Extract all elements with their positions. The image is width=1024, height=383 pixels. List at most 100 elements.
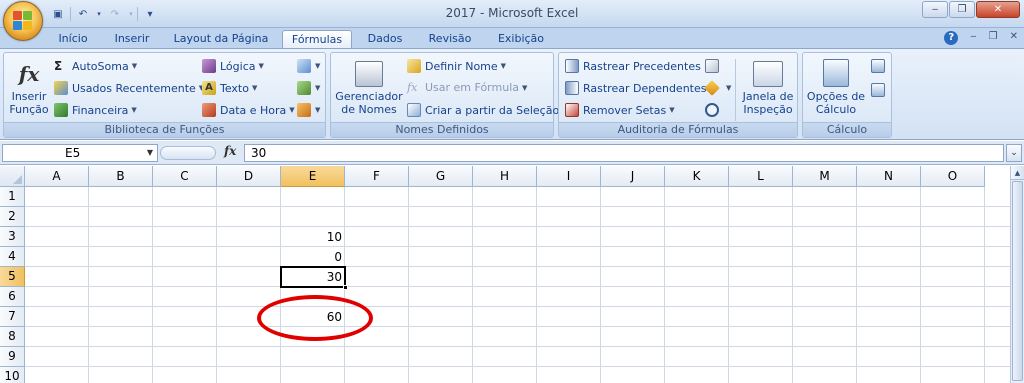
tab-revisao[interactable]: Revisão [418,30,482,48]
row-header-1[interactable]: 1 [0,187,25,207]
vertical-scrollbar[interactable]: ▲ [1010,166,1024,383]
gerenciador-de-nomes-button[interactable]: Gerenciador de Nomes [335,61,403,116]
gridline [472,187,473,383]
column-header-a[interactable]: A [25,166,89,187]
workbook-minimize-button[interactable]: ‒ [970,31,976,45]
ribbon-window-controls: ? ‒ ❐ ✕ [944,31,1018,45]
select-all-button[interactable] [0,166,25,187]
dropdown-caret-icon: ▼ [669,106,675,114]
janela-de-inspecao-button[interactable]: Janela de Inspeção [741,61,795,116]
row-header-6[interactable]: 6 [0,287,25,307]
row-header-7[interactable]: 7 [0,307,25,327]
cell-e3[interactable]: 10 [281,227,345,247]
dropdown-caret-icon: ▼ [522,83,528,92]
column-header-k[interactable]: K [665,166,729,187]
column-header-m[interactable]: M [793,166,857,187]
tab-inicio[interactable]: Início [48,30,98,48]
column-header-d[interactable]: D [217,166,281,187]
verificacao-de-erros-button[interactable]: ▼ [704,80,732,96]
definir-nome-button[interactable]: Definir Nome ▼ [407,59,506,73]
scroll-thumb[interactable] [1012,181,1023,381]
group-label: Auditoria de Fórmulas [559,122,797,137]
rastrear-dependentes-label: Rastrear Dependentes [583,81,707,95]
dropdown-caret-icon: ▼ [315,62,321,70]
name-box-dropdown-icon[interactable]: ▼ [147,145,153,161]
opcoes-de-calculo-button[interactable]: Opções de Cálculo [805,59,867,116]
column-header-e[interactable]: E [281,166,345,187]
row-header-5[interactable]: 5 [0,267,25,287]
rastrear-dependentes-button[interactable]: Rastrear Dependentes [565,81,707,95]
row-header-4[interactable]: 4 [0,247,25,267]
criar-a-partir-da-selecao-button[interactable]: Criar a partir da Seleção [407,103,559,117]
column-header-c[interactable]: C [153,166,217,187]
workbook-restore-button[interactable]: ❐ [989,31,998,45]
row-header-10[interactable]: 10 [0,367,25,383]
scroll-up-icon[interactable]: ▲ [1011,166,1024,180]
dropdown-caret-icon: ▼ [726,84,732,92]
column-header-b[interactable]: B [89,166,153,187]
office-button[interactable] [3,1,43,41]
dropdown-caret-icon: ▼ [315,84,321,92]
tab-inserir[interactable]: Inserir [104,30,160,48]
insert-function-icon[interactable]: fx [224,144,236,158]
fx-icon: fx [18,62,40,86]
row-header-2[interactable]: 2 [0,207,25,227]
group-calculo: Opções de Cálculo Cálculo [802,52,892,138]
column-header-f[interactable]: F [345,166,409,187]
mostrar-formulas-button[interactable] [705,59,723,73]
column-header-n[interactable]: N [857,166,921,187]
formula-input[interactable]: 30 [244,144,1004,162]
calcular-agora-button[interactable] [871,59,889,73]
tab-dados[interactable]: Dados [358,30,412,48]
rastrear-precedentes-button[interactable]: Rastrear Precedentes [565,59,701,73]
name-manager-icon [355,61,383,87]
row-header-9[interactable]: 9 [0,347,25,367]
data-e-hora-button[interactable]: Data e Hora ▼ [202,103,295,117]
texto-button[interactable]: A Texto ▼ [202,81,257,95]
gridline [152,187,153,383]
trace-dependents-icon [565,81,579,95]
financeira-button[interactable]: Financeira ▼ [54,103,137,117]
formula-controls: fx [160,144,240,162]
mais-funcoes-button[interactable]: ▼ [297,103,320,117]
column-header-h[interactable]: H [473,166,537,187]
tab-layout-da-pagina[interactable]: Layout da Página [166,30,276,48]
tab-formulas[interactable]: Fórmulas [282,30,352,48]
column-header-g[interactable]: G [409,166,473,187]
minimize-window-button[interactable]: ‒ [922,1,948,18]
calcular-planilha-button[interactable] [871,83,889,97]
dropdown-caret-icon: ▼ [500,62,507,70]
cell-e4[interactable]: 0 [281,247,345,267]
close-window-button[interactable]: ✕ [976,1,1020,18]
expand-formula-bar-icon[interactable]: ⌄ [1006,144,1022,162]
avaliar-formula-button[interactable] [705,103,723,117]
workbook-close-button[interactable]: ✕ [1010,31,1018,45]
name-box[interactable]: E5 ▼ [2,144,158,162]
usar-em-formula-button[interactable]: fx Usar em Fórmula ▼ [407,81,527,94]
fx-small-icon: fx [407,81,418,94]
remover-setas-button[interactable]: Remover Setas ▼ [565,103,675,117]
usados-recentemente-button[interactable]: Usados Recentemente▼ [54,81,204,95]
gridline [25,366,1010,367]
column-header-i[interactable]: I [537,166,601,187]
matematica-trigonometria-button[interactable]: ▼ [297,81,320,95]
active-cell-selection[interactable] [280,266,348,290]
inserir-funcao-button[interactable]: fx Inserir Função [8,61,50,116]
column-header-j[interactable]: J [601,166,665,187]
row-header-8[interactable]: 8 [0,327,25,347]
inserir-funcao-label: Inserir Função [9,90,49,116]
column-header-o[interactable]: O [921,166,985,187]
row-header-3[interactable]: 3 [0,227,25,247]
pesquisa-referencia-button[interactable]: ▼ [297,59,320,73]
logica-button[interactable]: Lógica ▼ [202,59,264,73]
tab-exibicao[interactable]: Exibição [488,30,554,48]
autosoma-button[interactable]: Σ AutoSoma ▼ [54,59,137,73]
worksheet-grid[interactable]: A B C D E F G H I J K L M N O 1 2 3 4 5 6 7 8 9 10 10 0 30 60 [0,166,1010,383]
fill-handle[interactable] [343,285,348,290]
math-book-icon [297,81,311,95]
formula-bar-resize-handle[interactable] [160,146,216,160]
column-header-l[interactable]: L [729,166,793,187]
restore-window-button[interactable]: ❐ [949,1,975,18]
group-label: Nomes Definidos [331,122,553,137]
help-icon[interactable]: ? [944,31,959,45]
